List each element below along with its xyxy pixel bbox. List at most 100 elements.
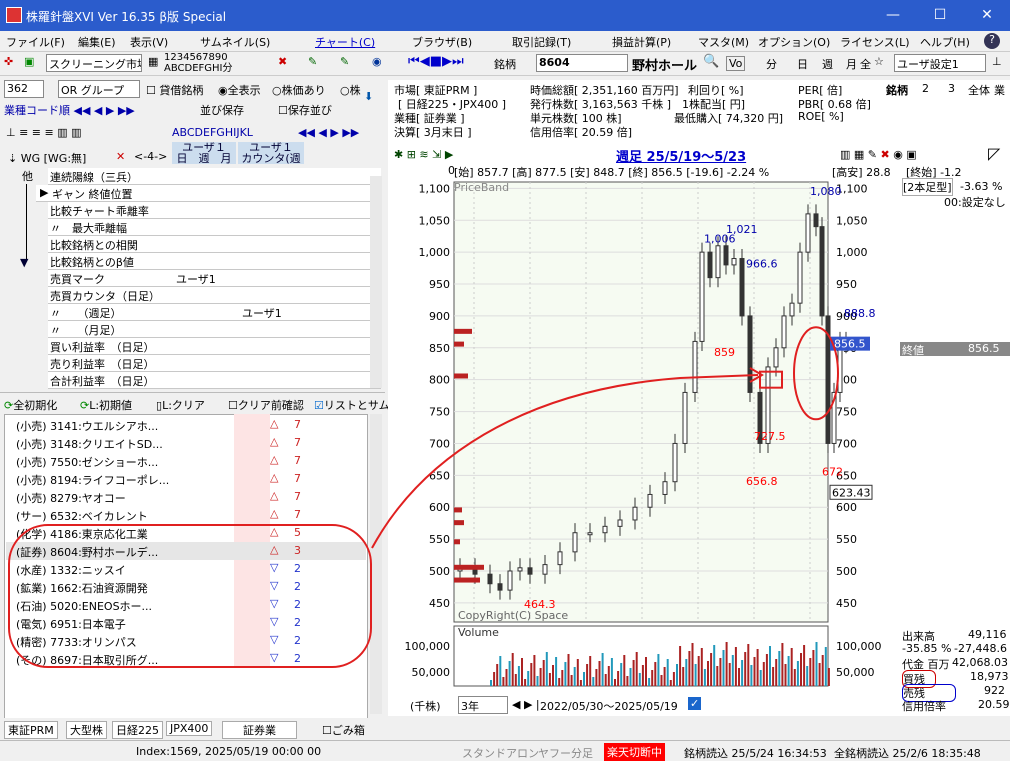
range-check[interactable]: ✓ bbox=[688, 697, 702, 710]
vo-button[interactable]: Vo bbox=[726, 56, 746, 71]
column-letters[interactable]: ABCDEFGHIJKL bbox=[172, 126, 253, 139]
tool2-icon[interactable]: ✎ bbox=[340, 55, 349, 68]
grid-row[interactable]: 比較銘柄とのβ値 bbox=[48, 253, 381, 270]
grid-row[interactable]: 売買カウンタ（日足） bbox=[48, 287, 381, 304]
volume-bar bbox=[545, 652, 548, 686]
col-nav[interactable]: ◀◀ ◀ ▶ ▶▶ bbox=[298, 126, 359, 139]
maximize-button[interactable]: ☐ bbox=[925, 4, 955, 26]
tab-tosho-prm[interactable]: 東証PRM bbox=[4, 721, 58, 739]
help-icon[interactable]: ? bbox=[984, 33, 1000, 49]
grid-row[interactable]: 連続陽線（三兵） bbox=[48, 168, 381, 185]
y-tick-right: 550 bbox=[836, 533, 857, 546]
add-icon[interactable]: ▣ bbox=[24, 55, 34, 68]
globe-icon[interactable]: ◉ bbox=[372, 55, 382, 68]
clear-confirm-checkbox[interactable]: ☐クリア前確認 bbox=[228, 397, 304, 413]
info-tab-3[interactable]: 3 bbox=[948, 82, 955, 95]
taishaku-checkbox[interactable]: ☐ 貸借銘柄 bbox=[146, 82, 203, 98]
range-nav[interactable]: ◀ ▶ | bbox=[512, 698, 540, 711]
user-setting-select[interactable]: ユーザ設定1 bbox=[894, 54, 986, 72]
menu-option[interactable]: オプション(O) bbox=[758, 34, 830, 50]
y-tick-left: 450 bbox=[429, 597, 450, 610]
period-month[interactable]: 月 bbox=[846, 56, 857, 72]
list-item[interactable]: (小売) 3148:クリエイトSD... △ 7 bbox=[6, 434, 366, 452]
download-icon[interactable]: ⬇ bbox=[364, 90, 373, 103]
radio-all[interactable]: ◉全表示 bbox=[218, 82, 261, 98]
number-buttons[interactable]: 1234567890 bbox=[164, 52, 233, 63]
menu-trade-record[interactable]: 取引記録(T) bbox=[512, 34, 571, 50]
list-item[interactable]: (小売) 3141:ウエルシアホ... △ 7 bbox=[6, 416, 366, 434]
list-item[interactable]: (小売) 8279:ヤオコー △ 7 bbox=[6, 488, 366, 506]
menu-pnl[interactable]: 損益計算(P) bbox=[612, 34, 671, 50]
period-week[interactable]: 週 bbox=[822, 56, 833, 72]
list-item[interactable]: (サー) 6532:ベイカレント △ 7 bbox=[6, 506, 366, 524]
tab-jpx400[interactable]: JPX400 bbox=[166, 721, 213, 736]
close-button[interactable]: ✕ bbox=[972, 4, 1002, 26]
grid-row[interactable]: 比較チャート乖離率 bbox=[48, 202, 381, 219]
radio-kabuka[interactable]: ○株価あり bbox=[272, 82, 326, 98]
star-icon[interactable]: ☆ bbox=[874, 55, 884, 68]
tab-nikkei225[interactable]: 日経225 bbox=[112, 721, 163, 739]
reset-l-button[interactable]: ⟳L:初期値 bbox=[80, 397, 132, 413]
grid-row[interactable]: 〃 （週足） ユーザ1 bbox=[48, 304, 381, 321]
group-select[interactable]: OR グループ bbox=[58, 80, 140, 98]
info-tab-2[interactable]: 2 bbox=[922, 82, 929, 95]
flag-icon[interactable]: ✖ bbox=[278, 55, 287, 68]
grid-row[interactable]: ギャン 終値位置 ▶ bbox=[36, 185, 381, 202]
row-tools-icon[interactable]: ⊥ ≡ ≡ ≡ ▥ ▥ bbox=[6, 126, 82, 139]
volume-bar bbox=[744, 652, 747, 686]
grid-row[interactable]: 合計利益率 （日足） bbox=[48, 372, 381, 389]
sort-order[interactable]: 業種コード順 ◀◀ ◀ ▶ ▶▶ bbox=[4, 102, 135, 118]
menu-chart[interactable]: チャート(C) bbox=[315, 34, 375, 50]
nav-first-icon[interactable]: ⏮◀■▶⏭ bbox=[408, 54, 464, 69]
list-item[interactable]: (小売) 8194:ライフコーポレ... △ 7 bbox=[6, 470, 366, 488]
volume-bar bbox=[697, 656, 700, 686]
period-minute[interactable]: 分 bbox=[766, 56, 777, 72]
pin-icon[interactable]: ⊥ bbox=[992, 55, 1002, 68]
tab-large-cap[interactable]: 大型株 bbox=[66, 721, 107, 739]
volume-bar bbox=[539, 668, 542, 686]
menu-help[interactable]: ヘルプ(H) bbox=[920, 34, 970, 50]
screening-code[interactable]: 362 bbox=[4, 80, 44, 98]
grid-row[interactable]: 〃 最大乖離幅 bbox=[48, 219, 381, 236]
radio-kabu[interactable]: ○株 bbox=[340, 82, 361, 98]
menu-view[interactable]: 表示(V) bbox=[130, 34, 168, 50]
menu-master[interactable]: マスタ(M) bbox=[698, 34, 749, 50]
list-toolbar: ⟳全初期化 ⟳L:初期値 ▯L:クリア ☐クリア前確認 ☑リストとサムネ bbox=[0, 392, 401, 414]
menu-license[interactable]: ライセンス(L) bbox=[840, 34, 910, 50]
period-all[interactable]: 全 bbox=[860, 56, 871, 72]
sort-save2-checkbox[interactable]: ☐保存並び bbox=[278, 102, 332, 118]
range-select[interactable]: 3年 bbox=[458, 696, 508, 714]
volume-bar bbox=[772, 667, 775, 686]
trash-checkbox[interactable]: ☐ごみ箱 bbox=[322, 722, 365, 738]
menu-edit[interactable]: 編集(E) bbox=[78, 34, 116, 50]
menu-thumbnail[interactable]: サムネイル(S) bbox=[200, 34, 270, 50]
grid-row[interactable]: 売買マーク ユーザ1 bbox=[48, 270, 381, 287]
code-input[interactable]: 8604 bbox=[536, 54, 628, 72]
menu-browser[interactable]: ブラウザ(B) bbox=[412, 34, 472, 50]
tab-securities[interactable]: 証券業 bbox=[222, 721, 297, 739]
grid-icon[interactable]: ▦ bbox=[148, 55, 158, 68]
grid-row[interactable]: 売り利益率 （日足） bbox=[48, 355, 381, 372]
volume-by-price-bar bbox=[454, 507, 462, 513]
period-day[interactable]: 日 bbox=[797, 56, 808, 72]
market-select[interactable]: スクリーニング市場 bbox=[46, 54, 142, 72]
tool-icon[interactable]: ✎ bbox=[308, 55, 317, 68]
info-tab-stock[interactable]: 銘柄 bbox=[886, 82, 908, 98]
list-item[interactable]: (小売) 7550:ゼンショーホ... △ 7 bbox=[6, 452, 366, 470]
grid-row[interactable]: 〃 （月足） bbox=[48, 321, 381, 338]
info-tab-all[interactable]: 全体 bbox=[968, 82, 990, 98]
minimize-button[interactable]: — bbox=[878, 4, 908, 26]
info-tab-industry[interactable]: 業 bbox=[994, 82, 1005, 98]
col-arrows[interactable]: <-4-> bbox=[134, 150, 167, 163]
crosshair-icon[interactable]: ✜ bbox=[4, 55, 13, 68]
clear-l-button[interactable]: ▯L:クリア bbox=[156, 397, 205, 413]
grid-scrollbar[interactable] bbox=[370, 176, 382, 388]
letter-buttons[interactable]: ABCDEFGHI分 bbox=[164, 63, 233, 74]
reset-all-button[interactable]: ⟳全初期化 bbox=[4, 397, 57, 413]
sort-save-button[interactable]: 並び保存 bbox=[200, 102, 244, 118]
grid-row[interactable]: 買い利益率 （日足） bbox=[48, 338, 381, 355]
magnify-icon[interactable]: 🔍 bbox=[703, 54, 719, 69]
menu-file[interactable]: ファイル(F) bbox=[6, 34, 65, 50]
clear-icon[interactable]: ✕ bbox=[116, 150, 125, 163]
grid-row[interactable]: 比較銘柄との相関 bbox=[48, 236, 381, 253]
